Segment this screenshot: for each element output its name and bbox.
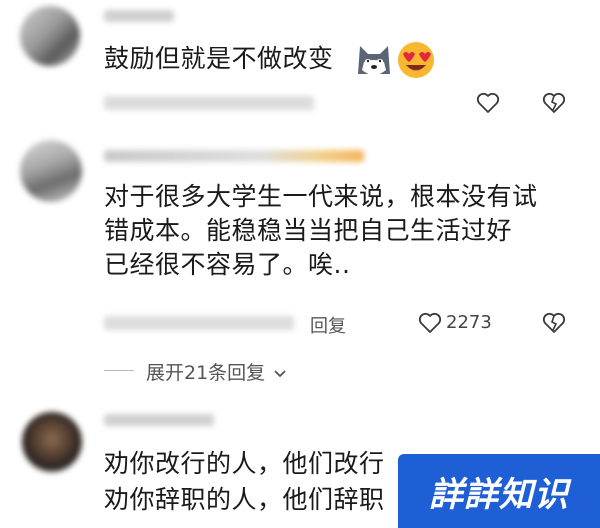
- comment-text: 鼓励但就是不做改变: [104, 44, 334, 73]
- expand-replies-button[interactable]: 展开21条回复: [146, 358, 287, 385]
- watermark-text: 詳詳知识: [429, 474, 569, 515]
- avatar[interactable]: [20, 6, 80, 66]
- heart-outline-icon[interactable]: [418, 312, 442, 334]
- like-count: 2273: [446, 312, 492, 333]
- watermark-logo: 詳詳知识: [398, 454, 600, 528]
- username-blurred[interactable]: [104, 414, 214, 426]
- comment-meta-blurred: [104, 96, 314, 110]
- avatar[interactable]: [22, 412, 82, 472]
- comment-text-line-2: 错成本。能稳稳当当把自己生活过好: [104, 216, 513, 245]
- expand-divider: [104, 370, 134, 371]
- comment-meta-blurred: [104, 316, 294, 330]
- expand-replies-label: 展开21条回复: [146, 362, 266, 384]
- heart-eyes-icon: [398, 42, 434, 78]
- reply-button[interactable]: 回复: [310, 312, 346, 338]
- comment-text-line-2: 劝你辞职的人，他们辞职: [104, 485, 385, 514]
- comment-text-line-1: 劝你改行的人，他们改行: [104, 449, 385, 478]
- broken-heart-icon[interactable]: [542, 312, 566, 334]
- username-blurred[interactable]: [104, 150, 364, 162]
- chevron-down-icon: [274, 369, 286, 377]
- username-blurred[interactable]: [104, 10, 174, 22]
- heart-outline-icon[interactable]: [476, 92, 500, 114]
- comment-text-line-1: 对于很多大学生一代来说，根本没有试: [104, 182, 538, 211]
- avatar[interactable]: [20, 140, 82, 202]
- broken-heart-icon[interactable]: [542, 92, 566, 114]
- doge-icon: [358, 46, 390, 75]
- comment-text-line-3: 已经很不容易了。唉..: [104, 250, 351, 279]
